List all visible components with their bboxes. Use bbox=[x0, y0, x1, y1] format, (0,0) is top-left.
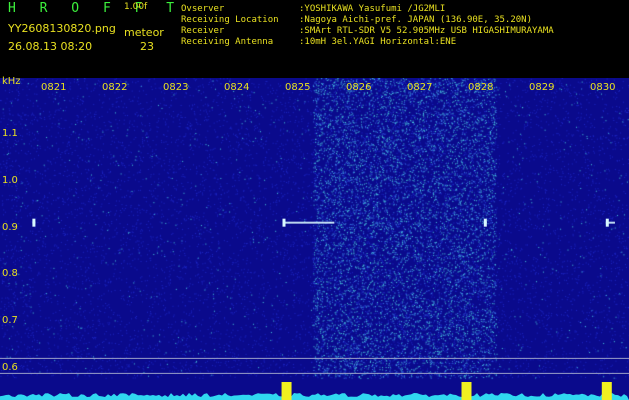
meteor-echo-trail bbox=[32, 221, 36, 224]
level-strip bbox=[0, 393, 629, 400]
y-axis-unit: kHz bbox=[2, 76, 21, 87]
info-key: Receiver bbox=[181, 26, 225, 36]
x-tick-label: 0825 bbox=[285, 82, 311, 93]
app-version: 1.00f bbox=[124, 2, 148, 12]
file-name: YY2608130820.png bbox=[8, 22, 116, 35]
level-peak bbox=[281, 382, 292, 400]
app-name: H R O F F T bbox=[8, 1, 183, 16]
date-time: 26.08.13 08:20 bbox=[8, 40, 93, 53]
info-row-observer: Ovserver :YOSHIKAWA Yasufumi /JG2MLI bbox=[181, 4, 554, 15]
info-value: :Nagoya Aichi-pref. JAPAN (136.90E, 35.2… bbox=[299, 15, 532, 25]
header-panel: H R O F F T 1.00f YY2608130820.png 26.08… bbox=[0, 0, 629, 78]
x-tick-label: 0823 bbox=[163, 82, 189, 93]
spectrogram-plot bbox=[0, 78, 629, 400]
x-tick-label: 0830 bbox=[590, 82, 616, 93]
spectrogram-overlay bbox=[0, 218, 629, 400]
x-tick-label: 0829 bbox=[529, 82, 555, 93]
y-tick-label: 0.8 bbox=[2, 268, 18, 280]
y-tick-label: 0.7 bbox=[2, 315, 18, 326]
info-key: Receiving Location bbox=[181, 15, 279, 25]
y-tick-label: 0.9 bbox=[2, 221, 18, 233]
x-tick-label: 0824 bbox=[224, 82, 250, 93]
meteor-echo-trail bbox=[483, 221, 487, 224]
x-tick-label: 0821 bbox=[41, 82, 67, 93]
x-tick-label: 0828 bbox=[468, 82, 494, 93]
meteor-echo-trail bbox=[605, 221, 615, 224]
y-tick-label: 0.6 bbox=[2, 361, 18, 373]
mode-label: meteor bbox=[124, 26, 164, 39]
info-row-location: Receiving Location :Nagoya Aichi-pref. J… bbox=[181, 15, 554, 26]
info-value: :YOSHIKAWA Yasufumi /JG2MLI bbox=[299, 4, 446, 14]
info-key: Receiving Antenna bbox=[181, 37, 274, 47]
info-value: :10mH 3el.YAGI Horizontal:ENE bbox=[299, 37, 457, 47]
level-peak bbox=[601, 382, 612, 400]
info-key: Ovserver bbox=[181, 4, 225, 14]
meteor-echo-trail bbox=[282, 221, 335, 224]
x-tick-label: 0826 bbox=[346, 82, 372, 93]
info-row-receiver: Receiver :SMArt RTL-SDR V5 52.905MHz USB… bbox=[181, 26, 554, 37]
info-value: :SMArt RTL-SDR V5 52.905MHz USB HIGASHIM… bbox=[299, 26, 554, 36]
info-row-antenna: Receiving Antenna :10mH 3el.YAGI Horizon… bbox=[181, 37, 554, 48]
y-tick-label: 1.1 bbox=[2, 128, 18, 140]
x-tick-label: 0827 bbox=[407, 82, 433, 93]
y-tick-label: 1.0 bbox=[2, 175, 18, 186]
level-peak bbox=[461, 382, 472, 400]
station-info: Ovserver :YOSHIKAWA Yasufumi /JG2MLI Rec… bbox=[181, 4, 554, 48]
x-tick-label: 0822 bbox=[102, 82, 128, 93]
mode-count: 23 bbox=[140, 40, 154, 53]
